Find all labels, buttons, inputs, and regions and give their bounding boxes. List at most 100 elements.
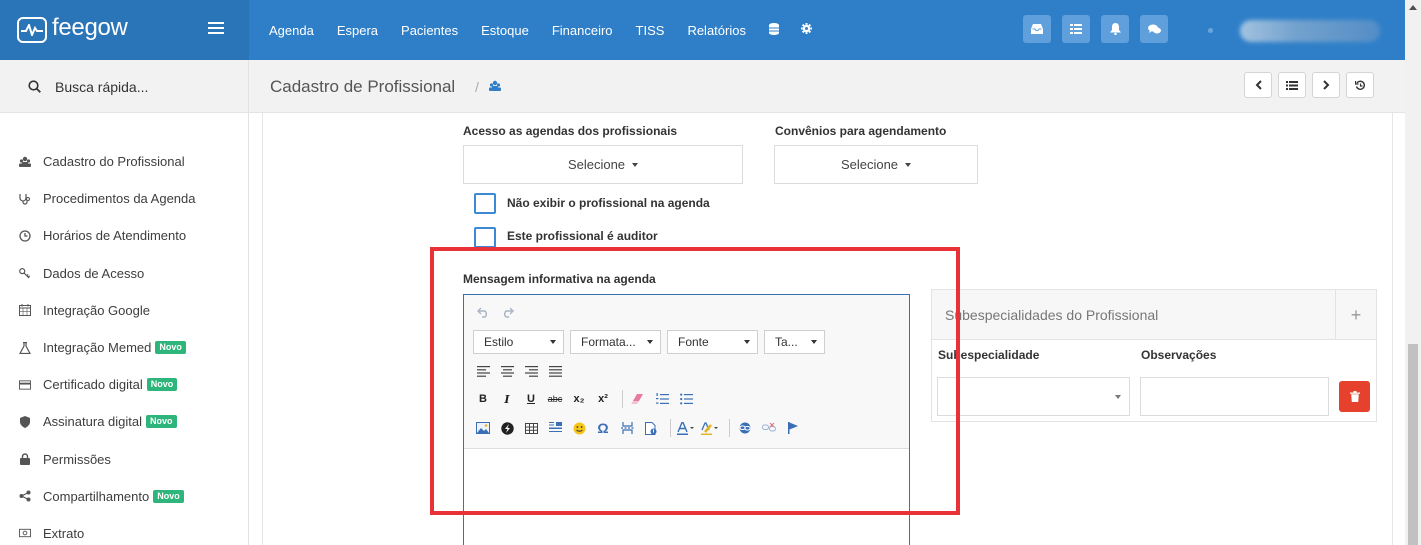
flask-icon: [19, 341, 31, 354]
new-badge: Novo: [146, 415, 177, 429]
unlink-icon[interactable]: [759, 419, 779, 437]
list-icon[interactable]: [1062, 15, 1090, 43]
nao-exibir-checkbox[interactable]: [474, 193, 496, 214]
caret-down-icon: [550, 340, 556, 344]
caret-down-icon: [744, 340, 750, 344]
rich-text-editor[interactable]: Estilo Formata... Fonte Ta... B I U abc …: [463, 294, 910, 545]
feegow-logo-icon[interactable]: [17, 17, 47, 43]
next-button[interactable]: [1312, 72, 1340, 98]
strikethrough-icon[interactable]: abc: [545, 390, 565, 408]
iframe-icon[interactable]: [641, 419, 661, 437]
dropdown-label: Ta...: [775, 335, 798, 349]
sidebar-item-permissoes[interactable]: Permissões: [0, 441, 248, 478]
observacoes-input[interactable]: [1140, 377, 1329, 416]
undo-icon[interactable]: [473, 303, 493, 321]
calendar-icon: [19, 304, 31, 317]
format-dropdown[interactable]: Formata...: [570, 330, 661, 354]
size-dropdown[interactable]: Ta...: [764, 330, 825, 354]
align-right-icon[interactable]: [521, 362, 541, 380]
delete-row-button[interactable]: [1339, 381, 1370, 412]
horizontal-line-icon[interactable]: [545, 419, 565, 437]
sidebar-item-memed[interactable]: Integração Memed Novo: [0, 329, 248, 366]
list-button[interactable]: [1278, 72, 1306, 98]
nav-financeiro[interactable]: Financeiro: [552, 23, 613, 38]
add-subespecialidade-button[interactable]: +: [1335, 290, 1376, 340]
subscript-icon[interactable]: x₂: [569, 390, 589, 408]
sidebar-item-label: Extrato: [43, 525, 85, 541]
quick-search[interactable]: Busca rápida...: [0, 60, 248, 113]
underline-icon[interactable]: U: [521, 390, 541, 408]
background-color-icon[interactable]: [700, 419, 720, 437]
nao-exibir-label: Não exibir o profissional na agenda: [507, 196, 710, 210]
link-icon[interactable]: [735, 419, 755, 437]
new-badge: Novo: [146, 378, 178, 392]
sidebar-item-acesso[interactable]: Dados de Acesso: [0, 255, 248, 292]
nav-pacientes[interactable]: Pacientes: [401, 23, 458, 38]
scroll-thumb[interactable]: [1408, 344, 1418, 545]
page-scrollbar[interactable]: [1405, 0, 1421, 545]
history-button[interactable]: [1346, 72, 1374, 98]
smiley-icon[interactable]: [569, 419, 589, 437]
page-break-icon[interactable]: [617, 419, 637, 437]
mensagem-label: Mensagem informativa na agenda: [463, 272, 656, 286]
caret-down-icon: [1115, 395, 1121, 399]
hamburger-menu-icon[interactable]: [208, 22, 224, 36]
sidebar-item-extrato[interactable]: Extrato: [0, 515, 248, 545]
text-color-icon[interactable]: [676, 419, 696, 437]
image-icon[interactable]: [473, 419, 493, 437]
subespecialidade-select[interactable]: [937, 377, 1130, 416]
nav-estoque[interactable]: Estoque: [481, 23, 529, 38]
bell-icon[interactable]: [1101, 15, 1129, 43]
record-nav-buttons: [1244, 72, 1380, 98]
inbox-icon[interactable]: [1023, 15, 1051, 43]
bulleted-list-icon[interactable]: [676, 390, 696, 408]
sidebar-item-compartilhamento[interactable]: Compartilhamento Novo: [0, 478, 248, 515]
money-icon: [19, 527, 31, 539]
user-avatar[interactable]: [1240, 20, 1380, 42]
flash-icon[interactable]: [497, 419, 517, 437]
dropdown-label: Fonte: [678, 335, 709, 349]
sidebar-item-horarios[interactable]: Horários de Atendimento: [0, 217, 248, 254]
acesso-agendas-select[interactable]: Selecione: [463, 145, 743, 184]
remove-format-icon[interactable]: [628, 390, 648, 408]
style-dropdown[interactable]: Estilo: [473, 330, 564, 354]
nav-relatorios[interactable]: Relatórios: [687, 23, 746, 38]
anchor-flag-icon[interactable]: [783, 419, 803, 437]
bold-icon[interactable]: B: [473, 390, 493, 408]
scroll-up-icon[interactable]: [1409, 5, 1417, 10]
table-icon[interactable]: [521, 419, 541, 437]
sidebar-item-certificado[interactable]: Certificado digital Novo: [0, 366, 248, 403]
sidebar-item-procedimentos[interactable]: Procedimentos da Agenda: [0, 180, 248, 217]
sidebar-item-label: Certificado digital: [43, 377, 143, 393]
gear-icon[interactable]: [800, 23, 812, 37]
sidebar-item-assinatura[interactable]: Assinatura digital Novo: [0, 403, 248, 440]
sidebar-item-label: Dados de Acesso: [43, 265, 145, 281]
align-left-icon[interactable]: [473, 362, 493, 380]
align-center-icon[interactable]: [497, 362, 517, 380]
toolbar-divider: [729, 419, 730, 437]
sidebar-item-cadastro[interactable]: Cadastro do Profissional: [0, 143, 248, 180]
breadcrumb: Cadastro de Profissional /: [249, 60, 1405, 113]
database-icon[interactable]: [768, 22, 779, 38]
special-char-icon[interactable]: Ω: [593, 419, 613, 437]
auditor-checkbox[interactable]: [474, 227, 496, 248]
previous-button[interactable]: [1244, 72, 1272, 98]
search-input[interactable]: Busca rápida...: [55, 79, 148, 95]
font-dropdown[interactable]: Fonte: [667, 330, 758, 354]
sidebar-item-google[interactable]: Integração Google: [0, 292, 248, 329]
redo-icon[interactable]: [497, 303, 517, 321]
logo-text[interactable]: feegow: [52, 14, 128, 42]
auditor-label: Este profissional é auditor: [507, 229, 658, 243]
nav-agenda[interactable]: Agenda: [269, 23, 314, 38]
italic-icon[interactable]: I: [497, 390, 517, 408]
align-justify-icon[interactable]: [545, 362, 565, 380]
sidebar: Busca rápida... Cadastro do Profissional…: [0, 60, 249, 545]
nav-espera[interactable]: Espera: [337, 23, 378, 38]
superscript-icon[interactable]: x²: [593, 390, 613, 408]
nav-tiss[interactable]: TISS: [636, 23, 665, 38]
sidebar-item-label: Compartilhamento: [43, 488, 150, 504]
convenios-select[interactable]: Selecione: [774, 145, 978, 184]
numbered-list-icon[interactable]: [652, 390, 672, 408]
caret-down-icon: [647, 340, 653, 344]
chat-icon[interactable]: [1140, 15, 1168, 43]
